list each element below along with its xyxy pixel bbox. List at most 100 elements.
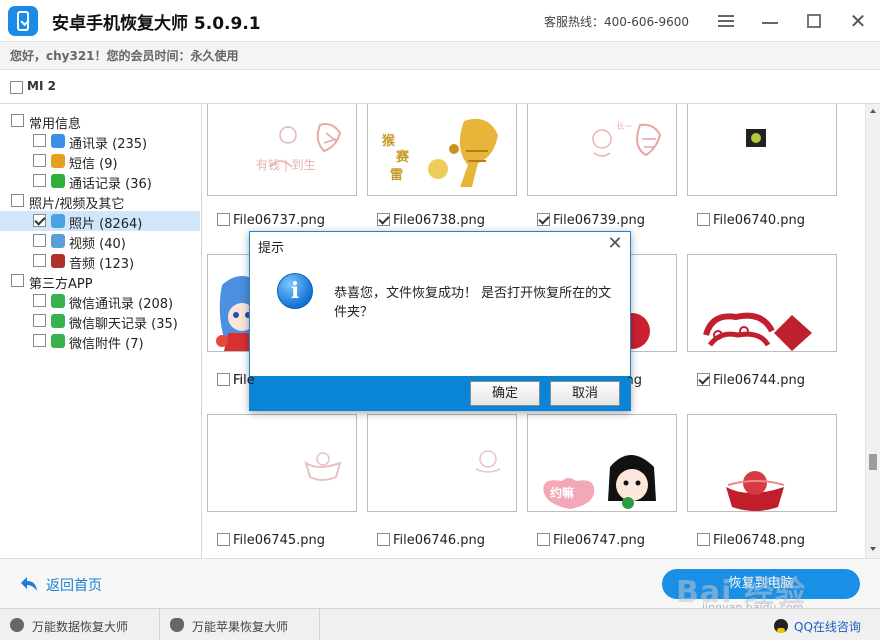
group-label: 第三方APP	[29, 277, 93, 292]
dialog-button-bar: 确定 取消	[250, 376, 630, 411]
item-checkbox[interactable]	[33, 154, 46, 167]
file-label-06747[interactable]: File06747.png	[537, 533, 645, 548]
file-checkbox[interactable]	[217, 373, 230, 386]
menu-icon[interactable]	[714, 10, 738, 32]
qq-icon	[774, 619, 788, 633]
sidebar-item[interactable]: 通话记录 (36)	[0, 171, 200, 192]
dialog-close-icon[interactable]: ✕	[606, 234, 624, 254]
item-checkbox[interactable]	[33, 314, 46, 327]
title-bar: 安卓手机恢复大师 5.0.9.1 客服热线：400-606-9600 ✕	[0, 0, 880, 42]
item-label: 微信通讯录 (208)	[69, 297, 174, 312]
file-checkbox[interactable]	[377, 213, 390, 226]
maximize-icon[interactable]	[802, 10, 826, 32]
device-name: MI 2	[27, 79, 56, 93]
svg-text:有钱 | 到生: 有钱 | 到生	[256, 157, 316, 172]
thumbnail-06747[interactable]: 约嘛	[527, 414, 677, 512]
sidebar-item[interactable]: 微信附件 (7)	[0, 331, 200, 352]
wechat-icon	[51, 294, 65, 308]
thumbnail-06739[interactable]: 长~	[527, 104, 677, 196]
minimize-icon[interactable]	[758, 10, 782, 32]
item-label: 通讯录 (235)	[69, 137, 148, 152]
footer-tab-apple-recovery[interactable]: 万能苹果恢复大师	[160, 609, 320, 640]
group-label: 照片/视频及其它	[29, 197, 125, 212]
action-bar: 返回首页 恢复到电脑 Bai 经验 jingyan.baidu.com	[0, 558, 880, 614]
file-label-06745[interactable]: File06745.png	[217, 533, 325, 548]
thumbnail-06746[interactable]	[367, 414, 517, 512]
dialog-message: 恭喜您，文件恢复成功！ 是否打开恢复所在的文件夹？	[334, 286, 612, 320]
svg-text:雷: 雷	[390, 167, 403, 183]
greeting-bar: 您好，chy321！您的会员时间：永久使用	[0, 42, 880, 70]
footer-tab-data-recovery[interactable]: 万能数据恢复大师	[0, 609, 160, 640]
device-bar: MI 2	[0, 70, 880, 104]
scroll-thumb[interactable]	[869, 454, 877, 470]
thumbnail-06748[interactable]: 万事如意	[687, 414, 837, 512]
group-checkbox[interactable]	[11, 194, 24, 207]
sidebar-group[interactable]: 常用信息	[0, 111, 200, 132]
sidebar-item[interactable]: 微信聊天记录 (35)	[0, 311, 200, 332]
group-checkbox[interactable]	[11, 274, 24, 287]
vertical-scrollbar[interactable]	[865, 104, 880, 558]
item-checkbox[interactable]	[33, 134, 46, 147]
scroll-up-arrow-icon[interactable]	[866, 106, 880, 116]
file-label-06738[interactable]: File06738.png	[377, 213, 485, 228]
sidebar-group[interactable]: 照片/视频及其它	[0, 191, 200, 212]
file-label-06746[interactable]: File06746.png	[377, 533, 485, 548]
thumbnail-06737[interactable]: 有钱 | 到生	[207, 104, 357, 196]
thumbnail-06740[interactable]	[687, 104, 837, 196]
thumbnail-06745[interactable]	[207, 414, 357, 512]
item-checkbox[interactable]	[33, 254, 46, 267]
sidebar-item[interactable]: 照片 (8264)	[0, 211, 200, 232]
item-label: 通话记录 (36)	[69, 177, 152, 192]
file-checkbox[interactable]	[697, 213, 710, 226]
sidebar-item[interactable]: 短信 (9)	[0, 151, 200, 172]
svg-text:约嘛: 约嘛	[550, 485, 574, 500]
file-checkbox[interactable]	[537, 533, 550, 546]
file-checkbox[interactable]	[217, 213, 230, 226]
sidebar-item[interactable]: 微信通讯录 (208)	[0, 291, 200, 312]
item-checkbox[interactable]	[33, 294, 46, 307]
contacts-icon	[51, 134, 65, 148]
file-checkbox[interactable]	[697, 373, 710, 386]
ok-button[interactable]: 确定	[470, 381, 540, 406]
file-label-06744[interactable]: File06744.png	[697, 373, 805, 388]
file-label-06748[interactable]: File06748.png	[697, 533, 805, 548]
thumbnail-06744[interactable]	[687, 254, 837, 352]
sms-icon	[51, 154, 65, 168]
group-label: 常用信息	[29, 117, 82, 132]
cancel-button[interactable]: 取消	[550, 381, 620, 406]
image-monkey-faint	[475, 450, 501, 473]
scroll-down-arrow-icon[interactable]	[866, 544, 880, 554]
photo-icon	[51, 214, 65, 228]
image-gold-ingot-faint	[304, 452, 342, 481]
item-label: 微信聊天记录 (35)	[69, 317, 178, 332]
item-checkbox[interactable]	[33, 214, 46, 227]
file-label-06739[interactable]: File06739.png	[537, 213, 645, 228]
item-checkbox[interactable]	[33, 174, 46, 187]
sidebar-item[interactable]: 视频 (40)	[0, 231, 200, 252]
file-label-06740[interactable]: File06740.png	[697, 213, 805, 228]
item-checkbox[interactable]	[33, 334, 46, 347]
sidebar-group[interactable]: 第三方APP	[0, 271, 200, 292]
back-arrow-icon	[21, 577, 37, 591]
data-recovery-icon	[10, 618, 24, 632]
image-monkey-outline: 长~	[592, 120, 662, 157]
thumbnail-06738[interactable]: 猴 赛 雷	[367, 104, 517, 196]
item-checkbox[interactable]	[33, 234, 46, 247]
group-checkbox[interactable]	[11, 114, 24, 127]
item-label: 照片 (8264)	[69, 217, 143, 232]
footer-bar: 万能数据恢复大师 万能苹果恢复大师 QQ在线咨询	[0, 608, 880, 640]
file-checkbox[interactable]	[537, 213, 550, 226]
device-checkbox[interactable]	[10, 81, 23, 94]
app-logo-icon	[8, 6, 38, 36]
file-checkbox[interactable]	[377, 533, 390, 546]
sidebar-item[interactable]: 音频 (123)	[0, 251, 200, 272]
image-small-icon	[746, 129, 766, 147]
file-checkbox[interactable]	[697, 533, 710, 546]
image-red-ingot: 万事如意	[726, 471, 785, 511]
close-icon[interactable]: ✕	[846, 10, 870, 32]
file-label-06737[interactable]: File06737.png	[217, 213, 325, 228]
file-checkbox[interactable]	[217, 533, 230, 546]
wechat-icon	[51, 314, 65, 328]
partial-file-label: ng	[628, 373, 642, 388]
sidebar-item[interactable]: 通讯录 (235)	[0, 131, 200, 152]
